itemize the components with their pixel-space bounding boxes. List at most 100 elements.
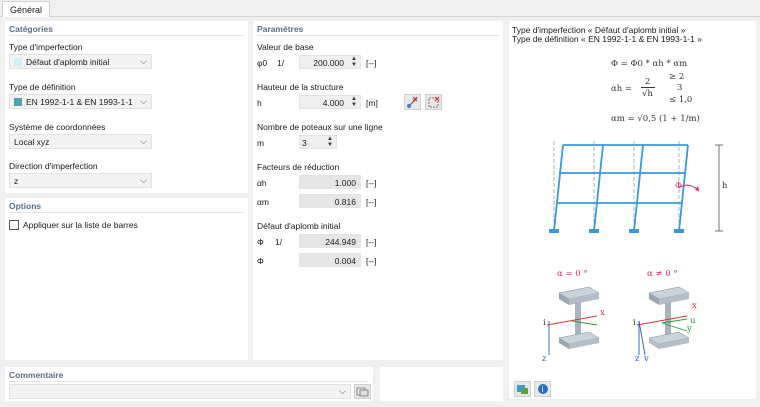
right-axis-i: i: [633, 318, 636, 328]
right-axis-x: x: [692, 301, 697, 311]
svg-text:i: i: [542, 385, 544, 394]
chevron-down-icon: ⌵: [140, 175, 147, 185]
library-icon: [356, 387, 369, 397]
m-symbol: m: [257, 138, 265, 148]
base-value-text: 200.000: [313, 58, 344, 68]
imperfection-type-value: Défaut d'aplomb initial: [26, 57, 110, 67]
formula-alpha-h-lhs: αh =: [611, 84, 633, 94]
reduction-factors-label: Facteurs de réduction: [257, 162, 340, 172]
phi-inverse-unit: [--]: [366, 237, 377, 247]
columns-in-row-input[interactable]: 3 ▲ ▼: [299, 135, 337, 149]
chevron-down-icon: ⌵: [140, 136, 147, 146]
info-help-button[interactable]: i: [534, 381, 551, 397]
alpha-h-symbol: αh: [257, 178, 267, 188]
parameters-panel: Paramètres Valeur de base φ0 1/ 200.000 …: [253, 21, 503, 360]
chevron-down-icon: ⌵: [140, 96, 147, 106]
phi-value: 0.004: [299, 253, 361, 267]
comment-panel: Commentaire ⌵: [5, 367, 373, 401]
h-symbol: h: [257, 98, 262, 108]
chevron-down-icon: ⌵: [140, 56, 147, 66]
definition-type-color-swatch: [14, 98, 22, 106]
definition-type-label: Type de définition: [9, 82, 76, 92]
tab-bar: Général: [0, 0, 760, 17]
imperfection-direction-value: z: [14, 176, 19, 186]
structure-height-text: 4.000: [322, 98, 344, 108]
imperfection-direction-label: Direction d'imperfection: [9, 161, 98, 171]
blank-panel: [380, 367, 503, 401]
imperfection-type-label: Type d'imperfection: [9, 42, 83, 52]
coordinate-system-label: Système de coordonnées: [9, 122, 106, 132]
formula-alpha-h-bound-low: ≥ 2: [669, 72, 685, 82]
options-panel: Options Appliquer sur la liste de barres: [5, 198, 248, 360]
categories-panel: Catégories Type d'imperfection Défaut d'…: [5, 21, 248, 193]
base-value-unit: [--]: [366, 58, 377, 68]
spinner-icon[interactable]: ▲ ▼: [327, 136, 333, 148]
divider: [9, 381, 369, 382]
structure-height-unit: [m]: [366, 98, 378, 108]
imperfection-direction-dropdown[interactable]: z ⌵: [9, 173, 152, 188]
imperfection-type-dropdown[interactable]: Défaut d'aplomb initial ⌵: [9, 54, 152, 69]
pick-height-button[interactable]: [404, 94, 421, 110]
categories-title: Catégories: [9, 24, 53, 34]
imperfection-type-color-swatch: [14, 58, 22, 66]
left-axis-x: x: [600, 308, 605, 318]
comment-dropdown[interactable]: ⌵: [9, 384, 351, 399]
phi-inverse-prefix: 1/: [275, 237, 283, 247]
right-axis-y: y: [687, 324, 692, 334]
apply-to-members-list-label: Appliquer sur la liste de barres: [23, 220, 138, 230]
formula-alpha-h-num: 2: [645, 77, 651, 87]
options-title: Options: [9, 201, 42, 211]
left-axis-i: i: [543, 318, 546, 328]
display-icon: [517, 385, 528, 394]
divider: [9, 212, 244, 213]
alpha-m-symbol: αm: [257, 197, 269, 207]
alpha-h-value: 1.000: [299, 175, 361, 189]
divider: [9, 35, 244, 36]
tab-general[interactable]: Général: [2, 1, 51, 17]
base-value-input[interactable]: 200.000 ▲ ▼: [299, 55, 361, 69]
alpha-h-unit: [--]: [366, 178, 377, 188]
select-member-button[interactable]: [425, 94, 442, 110]
alpha-m-unit: [--]: [366, 197, 377, 207]
alpha-m-value: 0.816: [299, 194, 361, 208]
phi-symbol: Φ: [257, 237, 264, 247]
chevron-down-icon: ⌵: [339, 386, 346, 396]
pick-node-icon: [407, 96, 418, 108]
base-value-prefix: 1/: [277, 58, 285, 68]
frame-height-label: h: [722, 181, 728, 191]
structure-height-input[interactable]: 4.000 ▲ ▼: [299, 95, 361, 109]
divider: [257, 35, 499, 36]
formula-main: Φ = Φ0 * αh * αm: [611, 59, 688, 69]
spinner-icon[interactable]: ▲ ▼: [351, 56, 357, 68]
columns-in-row-text: 3: [302, 138, 307, 148]
right-axis-v: v: [644, 354, 649, 364]
comment-title: Commentaire: [9, 370, 64, 380]
right-axis-z: z: [635, 354, 640, 364]
phi-inverse-value: 244.949: [299, 234, 361, 248]
comment-library-button[interactable]: [354, 384, 371, 399]
formula-alpha-m: αm = √0,5 (1 + 1/m): [611, 114, 700, 124]
frame-phi-label: Φ: [675, 181, 682, 191]
initial-sway-label: Défaut d'aplomb initial: [257, 221, 341, 231]
sway-frame-illustration: [549, 141, 723, 233]
section-left-label: α = 0 °: [557, 269, 588, 279]
structure-height-label: Hauteur de la structure: [257, 82, 344, 92]
spinner-icon[interactable]: ▲ ▼: [351, 96, 357, 108]
info-icon: i: [538, 384, 548, 394]
phi-unit: [--]: [366, 256, 377, 266]
coordinate-system-value: Local xyz: [14, 137, 50, 147]
formula-alpha-h-bound-high: ≤ 1,0: [669, 95, 693, 105]
phi0-symbol: φ0: [257, 58, 268, 68]
fraction-bar: [641, 87, 655, 88]
display-options-button[interactable]: [514, 381, 531, 397]
apply-to-members-list-checkbox[interactable]: [9, 220, 19, 230]
coordinate-system-dropdown[interactable]: Local xyz ⌵: [9, 134, 152, 149]
parameters-title: Paramètres: [257, 24, 304, 34]
section-right-label: α ≠ 0 °: [647, 269, 678, 279]
definition-type-dropdown[interactable]: EN 1992-1-1 & EN 1993-1-1 ⌵: [9, 94, 152, 109]
base-value-label: Valeur de base: [257, 42, 314, 52]
formula-alpha-h-den: √h: [642, 89, 653, 99]
section-left-illustration: [546, 286, 600, 355]
select-member-icon: [428, 96, 440, 108]
left-axis-z: z: [542, 354, 547, 364]
